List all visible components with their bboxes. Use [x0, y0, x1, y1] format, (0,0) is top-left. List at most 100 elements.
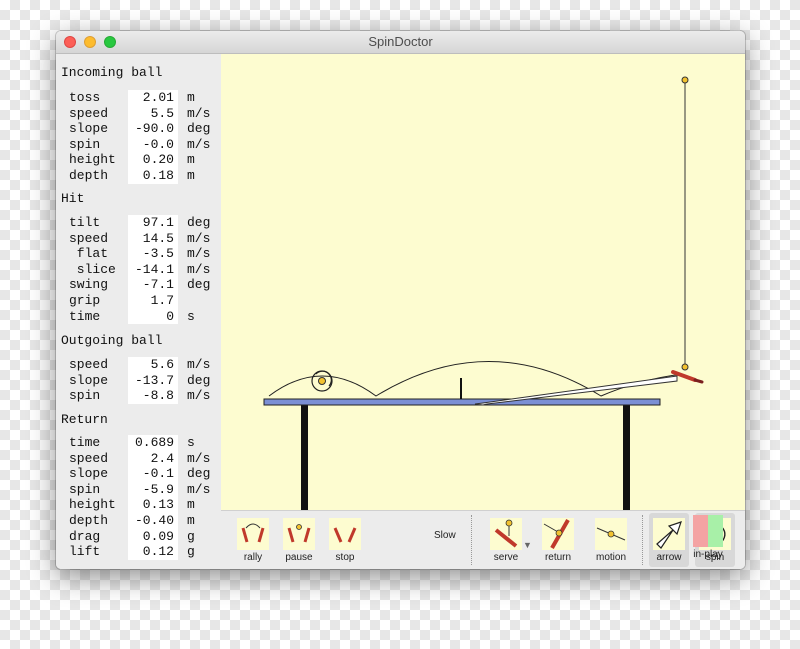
param-value: 0.18 [142, 168, 174, 183]
param-unit: deg [187, 215, 211, 230]
param-row-return-spin: spin -5.9 m/s [56, 481, 221, 498]
param-unit: m/s [187, 450, 211, 466]
motion-button[interactable]: motion [586, 513, 636, 567]
in-play-toggle[interactable]: in-play [684, 510, 732, 564]
param-label: slice [69, 261, 116, 277]
table-leg-left [301, 405, 308, 510]
param-row-return-drag: drag 0.09 g [56, 528, 221, 545]
param-value: -3.5 [142, 246, 174, 262]
motion-icon [595, 518, 627, 550]
contact-ball [681, 363, 689, 371]
param-value: 97.1 [142, 215, 174, 230]
param-value-field[interactable]: -0.1 [128, 466, 178, 482]
toolbar: rally pause stop Slow serve ▼ return mot… [221, 510, 745, 569]
parameter-panel: Incoming ball toss 2.01 m speed 5.5 m/s … [56, 54, 221, 569]
param-unit: m/s [187, 481, 211, 497]
param-row-incoming-height: height 0.20 m [56, 152, 221, 168]
rally-icon [237, 518, 269, 550]
title-bar[interactable]: SpinDoctor [56, 31, 745, 54]
param-row-return-speed: speed 2.4 m/s [56, 450, 221, 467]
param-value-field[interactable]: -7.1 [128, 277, 178, 293]
param-value: 0.09 [142, 528, 174, 544]
param-value-field[interactable]: -13.7 [128, 372, 178, 389]
param-value-field[interactable]: 97.1 [128, 215, 178, 231]
param-value: -13.7 [134, 372, 174, 388]
param-value-field[interactable]: 0 [128, 308, 178, 325]
param-value: 0.13 [142, 497, 174, 513]
param-label: spin [69, 388, 101, 404]
pause-button[interactable]: pause [276, 513, 322, 567]
param-unit: m/s [187, 388, 211, 404]
param-value-field[interactable]: -0.40 [128, 513, 178, 529]
param-row-return-depth: depth -0.40 m [56, 513, 221, 529]
stop-button[interactable]: stop [322, 513, 368, 567]
return-icon [542, 518, 574, 550]
in-play-label: in-play [693, 549, 723, 560]
section-title-return: Return [61, 412, 108, 427]
param-value-field[interactable]: 0.20 [128, 152, 178, 168]
toolbar-separator [642, 515, 643, 565]
param-value-field[interactable]: 2.4 [128, 450, 178, 467]
param-value-field[interactable]: 1.7 [128, 293, 178, 309]
window-title: SpinDoctor [368, 34, 433, 49]
paddle-handle [693, 378, 704, 384]
toolbar-separator [471, 515, 472, 565]
simulation-canvas[interactable] [221, 54, 745, 510]
param-value-field[interactable]: -0.0 [128, 136, 178, 153]
serve-label: serve [493, 552, 519, 563]
param-row-incoming-slope: slope -90.0 deg [56, 121, 221, 137]
param-unit: m/s [187, 230, 211, 246]
param-value: -7.1 [142, 277, 174, 293]
motion-icon-graphic [596, 527, 626, 541]
param-label: tilt [69, 215, 101, 230]
arrow-toggle[interactable]: arrow [649, 513, 689, 567]
param-row-hit-swing: swing -7.1 deg [56, 277, 221, 293]
param-value-field[interactable]: 0.09 [128, 528, 178, 545]
param-value-field[interactable]: -5.9 [128, 481, 178, 498]
param-value-field[interactable]: -3.5 [128, 246, 178, 262]
in-play-green-swatch [708, 515, 723, 547]
param-label: time [69, 435, 101, 450]
param-unit: g [187, 528, 195, 544]
param-row-incoming-depth: depth 0.18 m [56, 168, 221, 184]
param-value: -8.8 [142, 388, 174, 404]
stop-icon [329, 518, 361, 550]
return-button[interactable]: return [533, 513, 583, 567]
serve-menu-chevron-down-icon[interactable]: ▼ [523, 540, 532, 550]
param-value-field[interactable]: -8.8 [128, 388, 178, 404]
stop-icon-graphic [333, 527, 357, 543]
param-value-field[interactable]: -90.0 [128, 121, 178, 137]
param-label: speed [69, 357, 109, 372]
param-value-field[interactable]: 5.5 [128, 105, 178, 122]
param-value: 2.4 [150, 450, 174, 466]
param-unit: m [187, 90, 195, 105]
return-label: return [544, 552, 572, 563]
param-value-field[interactable]: 0.689 [128, 435, 178, 451]
param-label: grip [69, 293, 101, 308]
param-value-field[interactable]: 2.01 [128, 90, 178, 106]
param-value-field[interactable]: -14.1 [128, 261, 178, 278]
param-value: -5.9 [142, 481, 174, 497]
param-value-field[interactable]: 5.6 [128, 357, 178, 373]
param-label: slope [69, 372, 109, 388]
param-value: 5.5 [150, 105, 174, 121]
param-unit: s [187, 308, 195, 324]
slow-toggle[interactable]: Slow [434, 530, 456, 541]
param-value-field[interactable]: 0.18 [128, 168, 178, 184]
arrow-icon-graphic [656, 521, 682, 549]
section-title-incoming: Incoming ball [61, 65, 163, 80]
arrow-icon [653, 518, 685, 550]
serve-icon-graphic [494, 519, 518, 548]
param-unit: deg [187, 372, 211, 388]
param-unit: m [187, 497, 195, 513]
param-value: 0.689 [134, 435, 174, 450]
param-value-field[interactable]: 14.5 [128, 230, 178, 247]
param-row-hit-grip: grip 1.7 [56, 293, 221, 309]
param-unit: deg [187, 466, 211, 482]
param-label: spin [69, 136, 101, 152]
rally-button[interactable]: rally [230, 513, 276, 567]
param-value: -0.1 [142, 466, 174, 482]
param-value-field[interactable]: 0.13 [128, 497, 178, 513]
param-value-field[interactable]: 0.12 [128, 544, 178, 560]
param-label: speed [69, 105, 109, 121]
